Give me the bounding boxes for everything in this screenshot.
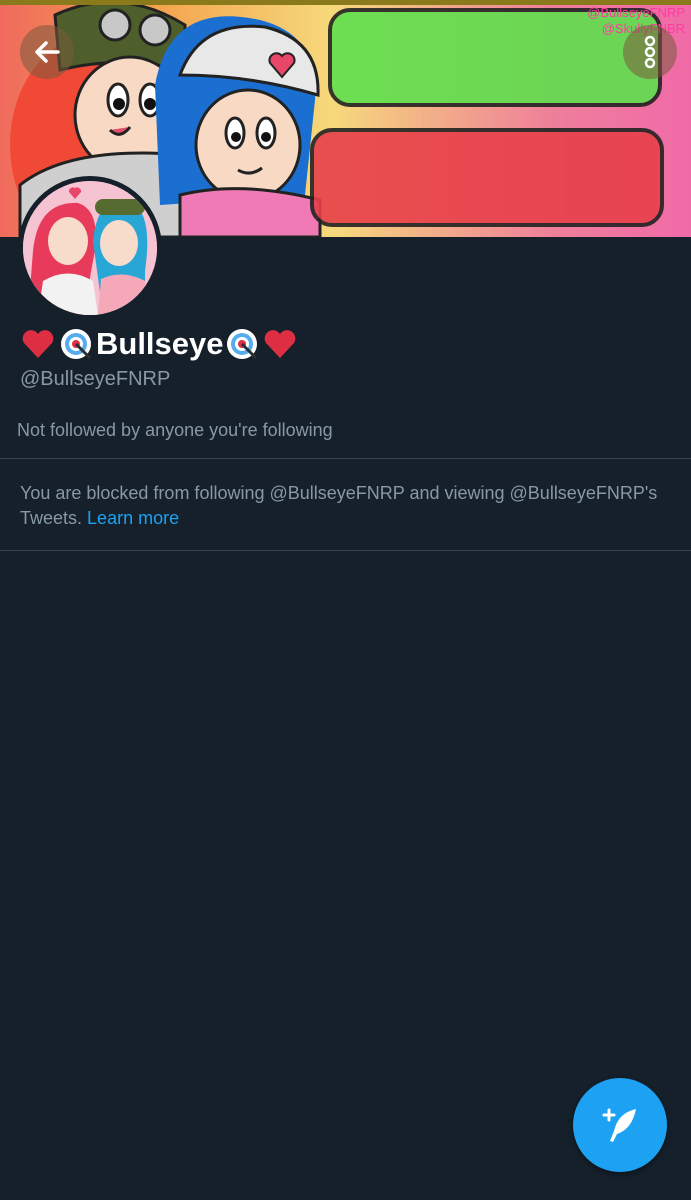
profile-avatar[interactable] bbox=[18, 176, 162, 320]
divider bbox=[0, 550, 691, 551]
display-name-text: Bullseye bbox=[96, 326, 224, 361]
red-heart-icon bbox=[262, 326, 298, 362]
blocked-notice: You are blocked from following @Bullseye… bbox=[20, 481, 660, 531]
watermark-line: @BullseyeFNRP bbox=[587, 5, 685, 20]
more-vertical-icon bbox=[644, 35, 656, 69]
divider bbox=[0, 458, 691, 459]
display-name: Bullseye bbox=[20, 322, 300, 366]
more-options-button[interactable] bbox=[623, 25, 677, 79]
profile-handle: @BullseyeFNRP bbox=[20, 368, 171, 390]
bullseye-icon bbox=[58, 326, 94, 362]
followed-by-text: Not followed by anyone you're following bbox=[17, 420, 333, 440]
arrow-left-icon bbox=[35, 41, 60, 63]
compose-tweet-button[interactable] bbox=[573, 1078, 667, 1172]
compose-tweet-icon bbox=[602, 1108, 636, 1142]
back-button[interactable] bbox=[20, 25, 74, 79]
learn-more-link[interactable]: Learn more bbox=[87, 508, 179, 528]
red-heart-icon bbox=[20, 326, 56, 362]
avatar-image bbox=[23, 181, 157, 315]
bullseye-icon bbox=[224, 326, 260, 362]
